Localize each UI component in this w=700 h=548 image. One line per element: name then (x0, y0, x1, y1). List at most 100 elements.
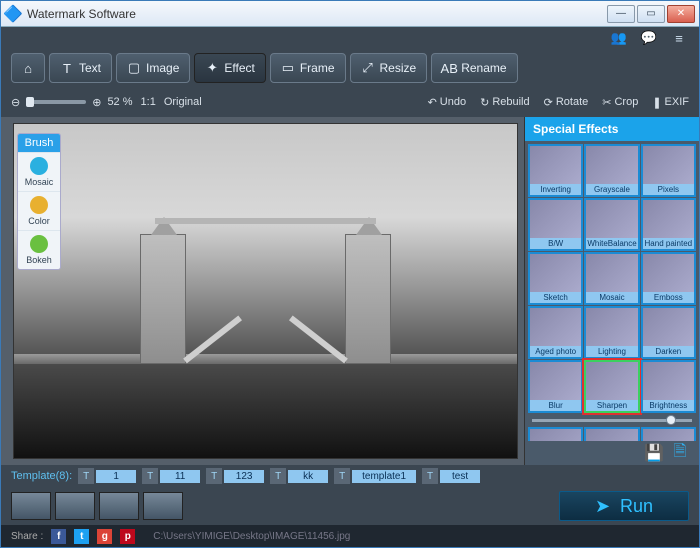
brush-mosaic[interactable]: Mosaic (18, 152, 60, 191)
brush-panel: Brush Mosaic Color Bokeh (17, 133, 61, 270)
window-title: Watermark Software (27, 7, 607, 21)
effect-label: Darken (643, 346, 694, 357)
crop-icon: ✂ (602, 96, 611, 109)
rotate-button[interactable]: ⟳Rotate (544, 96, 589, 109)
home-button[interactable]: ⌂ (11, 53, 45, 83)
zoom-ratio-button[interactable]: 1:1 (141, 96, 156, 108)
file-path: C:\Users\YIMIGE\Desktop\IMAGE\11456.jpg (153, 531, 350, 542)
undo-icon: ↶ (428, 96, 437, 109)
effect-lighting[interactable]: Lighting (584, 306, 639, 359)
tool-text[interactable]: TText (49, 53, 112, 83)
template-item[interactable]: T123 (206, 468, 264, 484)
twitter-icon[interactable]: t (74, 529, 89, 544)
canvas-area: Brush Mosaic Color Bokeh (1, 117, 524, 465)
effect-smooth[interactable]: Smooth (641, 427, 696, 441)
resize-icon: ⤢ (361, 61, 375, 75)
template-t-icon: T (78, 468, 94, 484)
brush-label: Color (28, 216, 50, 226)
share-label: Share : (11, 531, 43, 542)
template-name: test (440, 470, 480, 483)
main-toolbar: ⌂ TText ▢Image ✦Effect ▭Frame ⤢Resize AB… (1, 49, 699, 87)
template-label: Template(8): (11, 470, 72, 482)
effect-darken[interactable]: Darken (641, 306, 696, 359)
effects-grid: Inverting Grayscale Pixels B/WWhiteBalanceH… (525, 141, 699, 441)
effect-label: Grayscale (586, 184, 637, 195)
template-item[interactable]: Tkk (270, 468, 328, 484)
effect-blur[interactable]: Blur (528, 360, 583, 413)
tool-rename[interactable]: ABRename (431, 53, 517, 83)
thumbnail[interactable] (99, 492, 139, 520)
tool-resize[interactable]: ⤢Resize (350, 53, 428, 83)
maximize-button[interactable]: ▭ (637, 5, 665, 23)
thumbnail[interactable] (11, 492, 51, 520)
save-icon[interactable]: 💾 (645, 444, 663, 462)
template-item[interactable]: T1 (78, 468, 136, 484)
thumbnail[interactable] (143, 492, 183, 520)
effect-brightness[interactable]: Brightness (641, 360, 696, 413)
effect-label: Aged photo (530, 346, 581, 357)
tool-image[interactable]: ▢Image (116, 53, 190, 83)
pinterest-icon[interactable]: p (120, 529, 135, 544)
app-window: 🔷 Watermark Software — ▭ ✕ 👥 💬 ≡ ⌂ TText… (0, 0, 700, 548)
effect-emboss[interactable]: Emboss (641, 252, 696, 305)
menu-icon[interactable]: ≡ (671, 30, 687, 46)
zoom-slider[interactable] (26, 100, 86, 104)
exif-button[interactable]: ❚EXIF (652, 96, 689, 109)
minimize-button[interactable]: — (607, 5, 635, 23)
effect-label: Blur (530, 400, 581, 411)
template-name: kk (288, 470, 328, 483)
effect-mosaic[interactable]: Mosaic (584, 252, 639, 305)
template-t-icon: T (142, 468, 158, 484)
tool-label: Effect (224, 61, 254, 75)
brush-color[interactable]: Color (18, 191, 60, 230)
template-item[interactable]: Ttemplate1 (334, 468, 416, 484)
effect-label: B/W (530, 238, 581, 249)
effects-save-bar: 💾 🗎 (525, 441, 699, 465)
preview-image[interactable] (13, 123, 518, 459)
thumbnail[interactable] (55, 492, 95, 520)
effect-aged-photo[interactable]: Aged photo (528, 306, 583, 359)
effects-panel: Special Effects InvertingGrayscalePixels… (524, 117, 699, 465)
facebook-icon[interactable]: f (51, 529, 66, 544)
effect-whitebalance[interactable]: WhiteBalance (584, 198, 639, 251)
template-name: 1 (96, 470, 136, 483)
effect-b/w[interactable]: B/W (528, 198, 583, 251)
run-button[interactable]: ➤ Run (559, 491, 689, 521)
frame-icon: ▭ (281, 61, 295, 75)
effect-sketch[interactable]: Sketch (528, 252, 583, 305)
effect-contrast[interactable]: Contrast (528, 427, 583, 441)
effect-label: Sketch (530, 292, 581, 303)
extra-bar: 👥 💬 ≡ (1, 27, 699, 49)
effect-slider[interactable] (528, 414, 696, 426)
people-icon[interactable]: 👥 (611, 30, 627, 46)
exif-icon: ❚ (652, 96, 661, 109)
thumbnail-bar: ➤ Run (1, 487, 699, 525)
effect-sharpen[interactable]: Sharpen (584, 360, 639, 413)
effect-saturation[interactable]: Saturation (584, 427, 639, 441)
undo-button[interactable]: ↶Undo (428, 96, 467, 109)
image-icon: ▢ (127, 61, 141, 75)
tool-frame[interactable]: ▭Frame (270, 53, 346, 83)
zoom-out-button[interactable]: ⊖ (11, 96, 20, 109)
effect-label: Mosaic (586, 292, 637, 303)
effect-label: Inverting (530, 184, 581, 195)
template-name: 123 (224, 470, 264, 483)
effect-inverting[interactable]: Inverting (528, 144, 583, 197)
effect-hand-painted[interactable]: Hand painted (641, 198, 696, 251)
close-button[interactable]: ✕ (667, 5, 695, 23)
save-as-icon[interactable]: 🗎 (671, 444, 689, 462)
template-item[interactable]: T11 (142, 468, 200, 484)
effect-pixels[interactable]: Pixels (641, 144, 696, 197)
zoom-in-button[interactable]: ⊕ (92, 96, 101, 109)
effect-label: Sharpen (586, 400, 637, 411)
effect-grayscale[interactable]: Grayscale (584, 144, 639, 197)
rebuild-button[interactable]: ↻Rebuild (480, 96, 530, 109)
zoom-original-button[interactable]: Original (164, 96, 202, 108)
chat-icon[interactable]: 💬 (641, 30, 657, 46)
googleplus-icon[interactable]: g (97, 529, 112, 544)
tool-effect[interactable]: ✦Effect (194, 53, 265, 83)
crop-button[interactable]: ✂Crop (602, 96, 638, 109)
brush-bokeh[interactable]: Bokeh (18, 230, 60, 269)
template-item[interactable]: Ttest (422, 468, 480, 484)
home-icon: ⌂ (21, 61, 35, 75)
